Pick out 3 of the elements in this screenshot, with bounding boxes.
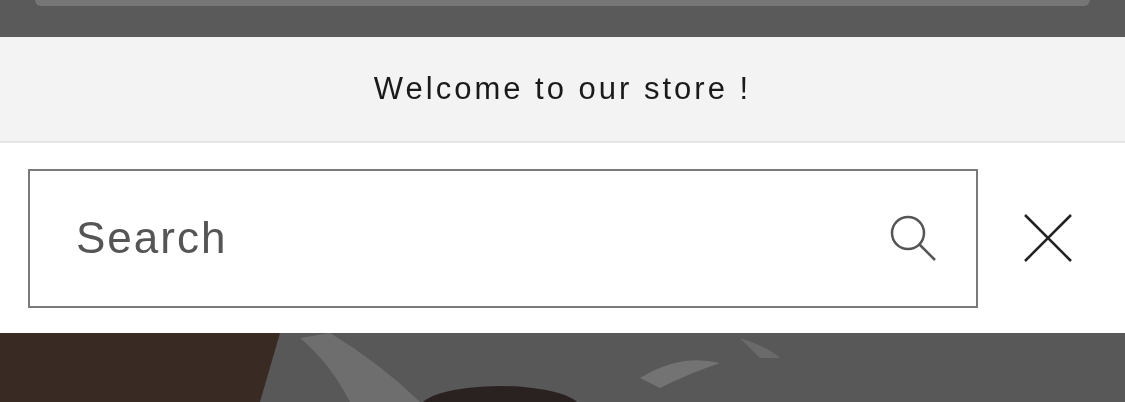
search-field[interactable]: Search xyxy=(28,168,978,308)
announcement-text: Welcome to our store ! xyxy=(373,71,752,107)
close-icon[interactable] xyxy=(1023,213,1073,263)
